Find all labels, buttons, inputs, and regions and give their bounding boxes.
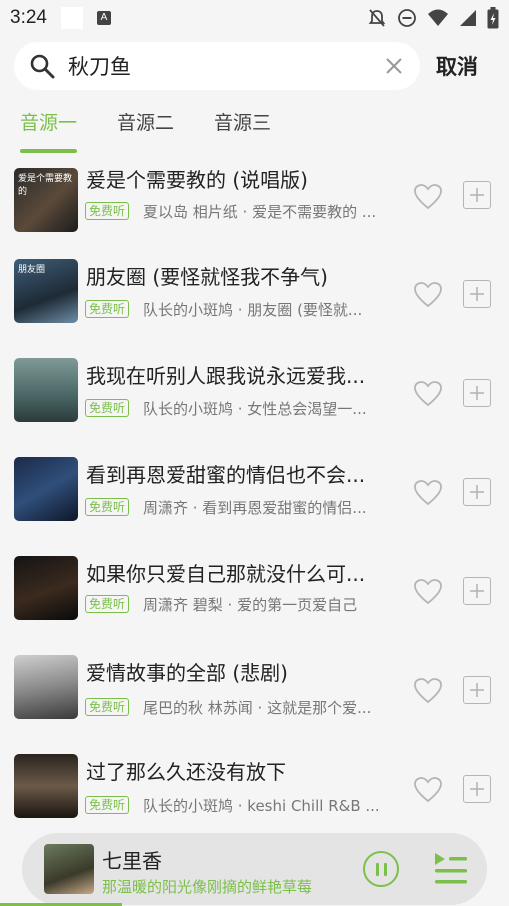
notification-icon (60, 7, 83, 29)
tab-source-1[interactable]: 音源一 (20, 108, 78, 153)
wifi-icon (428, 9, 448, 26)
song-item[interactable]: 如果你只爱自己那就没什么可... 免费听 周潇齐 碧梨 · 爱的第一页爱自己 (0, 556, 509, 655)
favorite-heart-icon[interactable] (412, 279, 444, 309)
now-playing-title: 七里香 (102, 849, 162, 873)
search-icon (28, 52, 56, 80)
song-title: 朋友圈 (要怪就怪我不争气) (86, 265, 328, 289)
status-time: 3:24 (10, 7, 47, 28)
free-badge: 免费听 (85, 595, 130, 613)
song-subtitle: 夏以岛 相片纸 · 爱是不需要教的 ... (143, 203, 377, 221)
favorite-heart-icon[interactable] (412, 576, 444, 606)
app-notification-icon: A (96, 11, 111, 25)
free-badge: 免费听 (85, 698, 130, 716)
search-box[interactable] (14, 42, 420, 90)
clear-icon[interactable] (382, 54, 406, 78)
song-cover: 朋友圈 (14, 259, 78, 323)
free-badge: 免费听 (85, 796, 130, 814)
cellular-icon (460, 10, 476, 26)
cover-caption: 爱是个需要教的 (18, 174, 73, 197)
status-icons (367, 7, 499, 29)
song-subtitle: 队长的小斑鸠 · keshi Chill R&B ... (143, 797, 380, 815)
song-list[interactable]: 爱是个需要教的 爰是个需要教的 (说唱版) 免费听 夏以岛 相片纸 · 爱是不需… (0, 160, 509, 828)
now-playing-cover[interactable] (44, 844, 94, 894)
song-subtitle: 周潇齐 · 看到再恩爱甜蜜的情侣... (143, 499, 367, 517)
search-input[interactable] (56, 54, 382, 78)
free-badge: 免费听 (85, 202, 130, 220)
pause-icon (375, 862, 379, 876)
tab-source-3[interactable]: 音源三 (214, 108, 271, 153)
add-to-playlist-icon[interactable] (463, 577, 491, 605)
song-cover (14, 358, 78, 422)
status-bar: 3:24 A (0, 0, 509, 36)
song-subtitle: 尾巴的秋 林苏闻 · 这就是那个爱... (143, 699, 372, 717)
song-item[interactable]: 爱情故事的全部 (悲剧) 免费听 尾巴的秋 林苏闻 · 这就是那个爱... (0, 655, 509, 754)
tab-source-2[interactable]: 音源二 (117, 108, 174, 153)
free-badge: 免费听 (85, 399, 130, 417)
song-cover (14, 556, 78, 620)
favorite-heart-icon[interactable] (412, 378, 444, 408)
song-item[interactable]: 看到再恩爱甜蜜的情侣也不会... 免费听 周潇齐 · 看到再恩爱甜蜜的情侣... (0, 457, 509, 556)
cover-caption: 朋友圈 (18, 265, 46, 275)
song-title: 看到再恩爱甜蜜的情侣也不会... (86, 463, 366, 487)
song-item[interactable]: 爱是个需要教的 爰是个需要教的 (说唱版) 免费听 夏以岛 相片纸 · 爱是不需… (0, 160, 509, 259)
song-title: 过了那么久还没有放下 (86, 760, 286, 784)
pause-button[interactable] (363, 851, 399, 887)
source-tabs: 音源一 音源二 音源三 (20, 108, 271, 153)
add-to-playlist-icon[interactable] (463, 280, 491, 308)
add-to-playlist-icon[interactable] (463, 676, 491, 704)
song-title: 如果你只爱自己那就没什么可... (86, 562, 366, 586)
favorite-heart-icon[interactable] (412, 477, 444, 507)
add-to-playlist-icon[interactable] (463, 775, 491, 803)
song-title: 我现在听别人跟我说永远爱我... (86, 364, 366, 388)
song-title: 爱情故事的全部 (悲剧) (86, 661, 288, 685)
favorite-heart-icon[interactable] (412, 774, 444, 804)
song-cover (14, 754, 78, 818)
battery-icon (487, 7, 499, 29)
add-to-playlist-icon[interactable] (463, 379, 491, 407)
song-item[interactable]: 过了那么久还没有放下 免费听 队长的小斑鸠 · keshi Chill R&B … (0, 754, 509, 828)
add-to-playlist-icon[interactable] (463, 181, 491, 209)
song-subtitle: 队长的小斑鸠 · 朋友圈 (要怪就... (143, 301, 363, 319)
mini-player[interactable]: 七里香 那温暖的阳光像刚摘的鲜艳草莓 (22, 833, 487, 905)
cancel-button[interactable]: 取消 (436, 51, 478, 81)
favorite-heart-icon[interactable] (412, 181, 444, 211)
song-item[interactable]: 我现在听别人跟我说永远爱我... 免费听 队长的小斑鸠 · 女性总会渴望一... (0, 358, 509, 457)
song-cover: 爱是个需要教的 (14, 168, 78, 232)
song-subtitle: 队长的小斑鸠 · 女性总会渴望一... (143, 400, 367, 418)
do-not-disturb-icon (398, 9, 416, 27)
pause-icon (383, 862, 387, 876)
free-badge: 免费听 (85, 300, 130, 318)
add-to-playlist-icon[interactable] (463, 478, 491, 506)
song-subtitle: 周潇齐 碧梨 · 爱的第一页爱自己 (143, 596, 358, 614)
search-row: 取消 (14, 42, 496, 90)
playlist-icon[interactable] (432, 852, 468, 886)
favorite-heart-icon[interactable] (412, 675, 444, 705)
free-badge: 免费听 (85, 498, 130, 516)
now-playing-lyric: 那温暖的阳光像刚摘的鲜艳草莓 (102, 878, 313, 896)
song-item[interactable]: 朋友圈 朋友圈 (要怪就怪我不争气) 免费听 队长的小斑鸠 · 朋友圈 (要怪就… (0, 259, 509, 358)
song-cover (14, 457, 78, 521)
song-title: 爰是个需要教的 (说唱版) (86, 168, 308, 192)
song-cover (14, 655, 78, 719)
muted-bell-icon (368, 9, 386, 27)
